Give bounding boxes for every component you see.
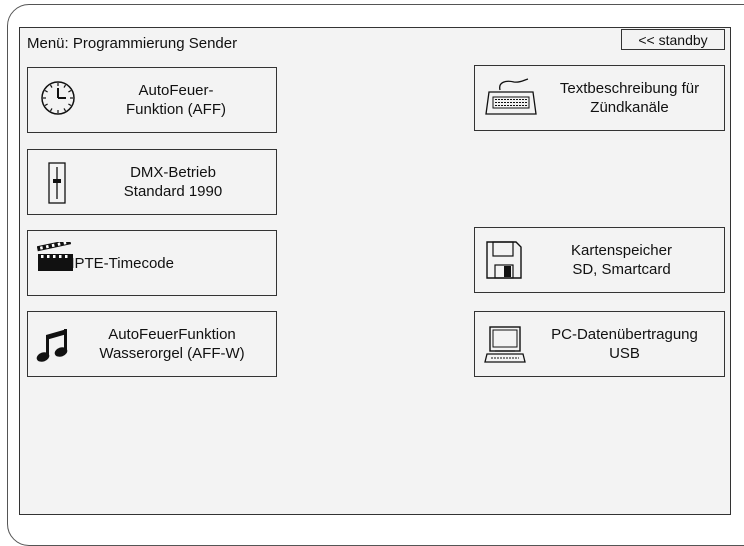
affw-button[interactable]: AutoFeuerFunktion Wasserorgel (AFF-W): [27, 311, 277, 377]
text-description-button[interactable]: Textbeschreibung für Zündkanäle: [474, 65, 725, 131]
dmx-button[interactable]: DMX-Betrieb Standard 1990: [27, 149, 277, 215]
computer-icon: [483, 326, 527, 368]
pc-transfer-button[interactable]: PC-Datenübertragung USB: [474, 311, 725, 377]
clock-icon: [40, 80, 76, 120]
clapperboard-icon: [36, 239, 75, 276]
aff-button[interactable]: AutoFeuer- Funktion (AFF): [27, 67, 277, 133]
card-storage-button[interactable]: Kartenspeicher SD, Smartcard: [474, 227, 725, 293]
standby-button[interactable]: << standby: [621, 29, 725, 50]
floppy-disk-icon: [486, 241, 522, 283]
menu-title: Menü: Programmierung Sender: [27, 35, 238, 52]
fader-icon: [48, 162, 66, 208]
music-note-icon: [36, 327, 70, 367]
smpte-button[interactable]: SMPTE-Timecode: [27, 230, 277, 296]
keyboard-icon: [484, 76, 538, 120]
